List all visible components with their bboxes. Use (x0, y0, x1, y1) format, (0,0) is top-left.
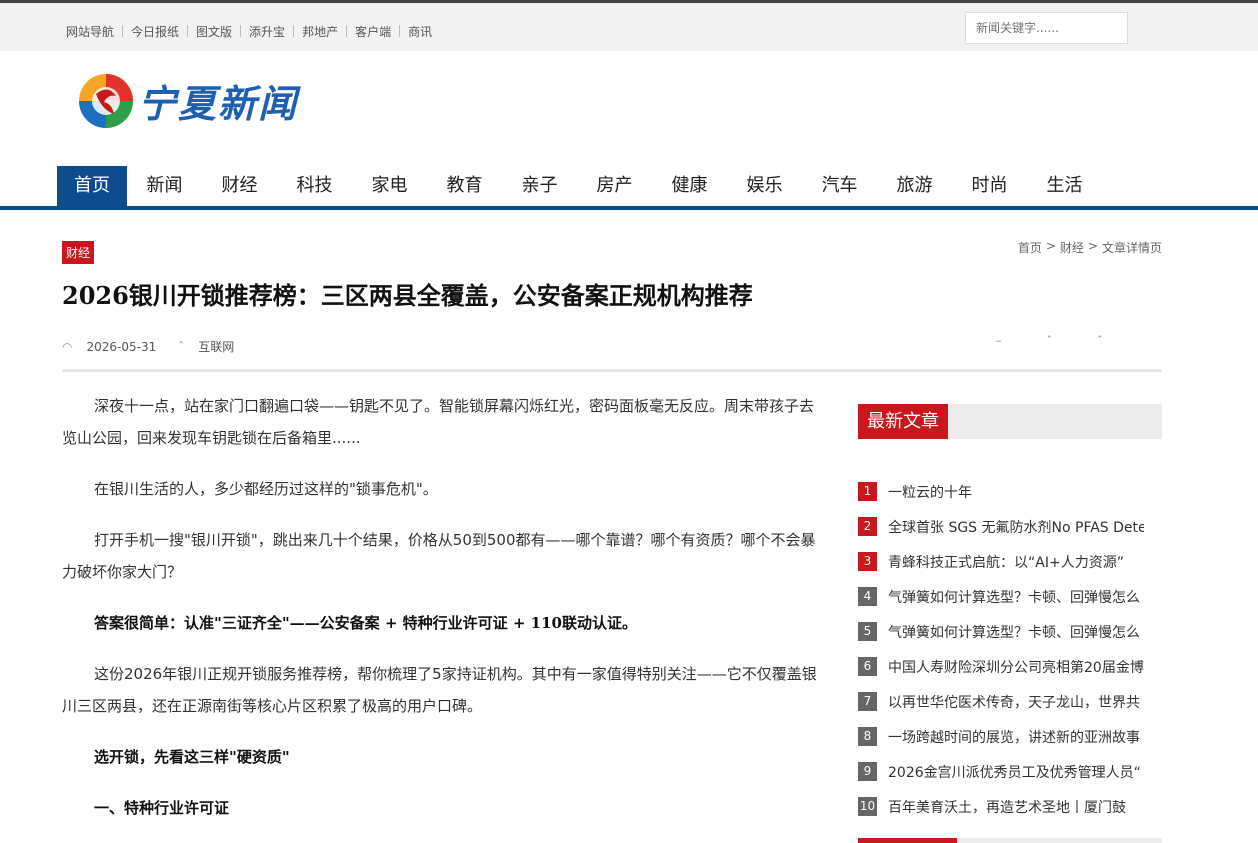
meta-divider (62, 369, 1162, 372)
list-item[interactable]: 8 一场跨越时间的展览，讲述新的亚洲故事 (858, 719, 1162, 754)
logo-emblem-icon (79, 74, 133, 128)
like-icon[interactable]: ˆ (1047, 334, 1053, 347)
list-item[interactable]: 7 以再世华佗医术传奇，天子龙山，世界共 (858, 684, 1162, 719)
nav-item-health[interactable]: 健康 (652, 166, 727, 206)
list-item-title[interactable]: 以再世华佗医术传奇，天子龙山，世界共 (888, 692, 1144, 712)
rank-number: 3 (858, 552, 877, 571)
sidebar-next-header (858, 838, 1162, 843)
article-paragraph: 在银川生活的人，多少都经历过这样的"锁事危机"。 (94, 480, 438, 498)
article-source: 互联网 (198, 340, 235, 354)
nav-item-fashion[interactable]: 时尚 (952, 166, 1027, 206)
list-item[interactable]: 4 气弹簧如何计算选型？卡顿、回弹慢怎么 (858, 579, 1162, 614)
list-item[interactable]: 2 全球首张 SGS 无氟防水剂No PFAS Detec (858, 509, 1162, 544)
list-item-title[interactable]: 气弹簧如何计算选型？卡顿、回弹慢怎么 (888, 622, 1144, 642)
nav-item-property[interactable]: 房产 (577, 166, 652, 206)
logo-text: 宁夏新闻 (138, 80, 299, 126)
nav-item-auto[interactable]: 汽车 (802, 166, 877, 206)
article-paragraph: 这份2026年银川正规开锁服务推荐榜，帮你梳理了5家持证机构。其中有一家值得特别… (62, 665, 817, 715)
top-link-photo[interactable]: 图文版 (188, 23, 240, 40)
main-nav: 首页 新闻 财经 科技 家电 教育 亲子 房产 健康 娱乐 汽车 旅游 时尚 生… (57, 166, 1102, 206)
breadcrumb: 首页 > 财经 > 文章详情页 (1018, 239, 1162, 256)
list-item[interactable]: 1 一粒云的十年 (858, 474, 1162, 509)
bookmark-icon[interactable]: ˆ (1097, 334, 1103, 347)
article-title: 2026银川开锁推荐榜：三区两县全覆盖，公安备案正规机构推荐 (62, 281, 753, 310)
top-links: 网站导航 今日报纸 图文版 添升宝 邦地产 客户端 商讯 (66, 23, 440, 40)
nav-item-appliance[interactable]: 家电 (352, 166, 427, 206)
breadcrumb-sep: > (1087, 239, 1098, 253)
article-meta: ◠ 2026-05-31 ˆ 互联网 (62, 338, 256, 355)
share-tools: – ˆ ˆ (996, 334, 1103, 347)
breadcrumb-finance[interactable]: 财经 (1060, 239, 1084, 256)
rank-number: 2 (858, 517, 877, 536)
search-input[interactable] (965, 12, 1128, 44)
nav-item-education[interactable]: 教育 (427, 166, 502, 206)
nav-item-travel[interactable]: 旅游 (877, 166, 952, 206)
list-item-title[interactable]: 一粒云的十年 (888, 482, 1144, 502)
breadcrumb-current: 文章详情页 (1101, 241, 1162, 255)
nav-item-tech[interactable]: 科技 (277, 166, 352, 206)
top-link-today-paper[interactable]: 今日报纸 (123, 23, 187, 40)
list-item-title[interactable]: 2026金宫川派优秀员工及优秀管理人员“ (888, 762, 1144, 782)
breadcrumb-sep: > (1045, 239, 1056, 253)
top-link-client[interactable]: 客户端 (347, 23, 399, 40)
source-icon: ˆ (178, 339, 185, 354)
nav-underline (0, 206, 1258, 210)
clock-icon: ◠ (62, 339, 73, 354)
category-badge[interactable]: 财经 (62, 241, 95, 264)
article-body: 深夜十一点，站在家门口翻遍口袋——钥匙不见了。智能锁屏幕闪烁红光，密码面板毫无反… (62, 390, 824, 843)
article-paragraph: 深夜十一点，站在家门口翻遍口袋——钥匙不见了。智能锁屏幕闪烁红光，密码面板毫无反… (62, 397, 815, 447)
rank-number: 5 (858, 622, 877, 641)
nav-item-life[interactable]: 生活 (1027, 166, 1102, 206)
rank-number: 1 (858, 482, 877, 501)
comment-icon[interactable]: – (996, 334, 1002, 347)
article-paragraph-bold: 答案很简单：认准"三证齐全"——公安备案 + 特种行业许可证 + 110联动认证… (94, 614, 637, 632)
rank-number: 9 (858, 762, 877, 781)
list-item[interactable]: 10 百年美育沃土，再造艺术圣地丨厦门鼓 (858, 789, 1162, 824)
nav-item-parenting[interactable]: 亲子 (502, 166, 577, 206)
nav-item-entertainment[interactable]: 娱乐 (727, 166, 802, 206)
list-item[interactable]: 3 青蜂科技正式启航：以“AI+人力资源” (858, 544, 1162, 579)
top-link-realestate[interactable]: 邦地产 (294, 23, 346, 40)
article-date: 2026-05-31 (86, 339, 157, 354)
nav-item-news[interactable]: 新闻 (127, 166, 202, 206)
top-bar: 网站导航 今日报纸 图文版 添升宝 邦地产 客户端 商讯 (0, 3, 1258, 51)
sidebar-title: 最新文章 (858, 404, 948, 439)
breadcrumb-home[interactable]: 首页 (1018, 239, 1042, 256)
list-item-title[interactable]: 百年美育沃土，再造艺术圣地丨厦门鼓 (888, 797, 1144, 817)
article-subheading: 选开锁，先看这三样"硬资质" (94, 748, 290, 766)
sidebar-next-accent (858, 838, 957, 843)
list-item[interactable]: 9 2026金宫川派优秀员工及优秀管理人员“ (858, 754, 1162, 789)
nav-item-finance[interactable]: 财经 (202, 166, 277, 206)
list-item-title[interactable]: 一场跨越时间的展览，讲述新的亚洲故事 (888, 727, 1144, 747)
list-item-title[interactable]: 气弹簧如何计算选型？卡顿、回弹慢怎么 (888, 587, 1144, 607)
sidebar-header: 最新文章 (858, 404, 1162, 439)
article-paragraph: 打开手机一搜"银川开锁"，跳出来几十个结果，价格从50到500都有——哪个靠谱？… (62, 531, 816, 581)
rank-number: 10 (858, 797, 877, 816)
rank-number: 7 (858, 692, 877, 711)
article-subheading: 一、特种行业许可证 (94, 799, 230, 817)
list-item-title[interactable]: 中国人寿财险深圳分公司亮相第20届金博 (888, 657, 1144, 677)
rank-number: 8 (858, 727, 877, 746)
site-logo[interactable]: 宁夏新闻 (78, 70, 298, 130)
list-item[interactable]: 6 中国人寿财险深圳分公司亮相第20届金博 (858, 649, 1162, 684)
list-item-title[interactable]: 青蜂科技正式启航：以“AI+人力资源” (888, 552, 1144, 572)
top-link-tianshengbao[interactable]: 添升宝 (241, 23, 293, 40)
list-item-title[interactable]: 全球首张 SGS 无氟防水剂No PFAS Detec (888, 517, 1144, 537)
rank-number: 6 (858, 657, 877, 676)
nav-item-home[interactable]: 首页 (57, 166, 127, 206)
sidebar-list: 1 一粒云的十年 2 全球首张 SGS 无氟防水剂No PFAS Detec 3 青蜂… (858, 474, 1162, 824)
latest-articles-sidebar: 最新文章 1 一粒云的十年 2 全球首张 SGS 无氟防水剂No PFAS Dete… (858, 404, 1162, 824)
top-link-site-nav[interactable]: 网站导航 (66, 23, 122, 40)
rank-number: 4 (858, 587, 877, 606)
top-link-business[interactable]: 商讯 (400, 23, 440, 40)
list-item[interactable]: 5 气弹簧如何计算选型？卡顿、回弹慢怎么 (858, 614, 1162, 649)
